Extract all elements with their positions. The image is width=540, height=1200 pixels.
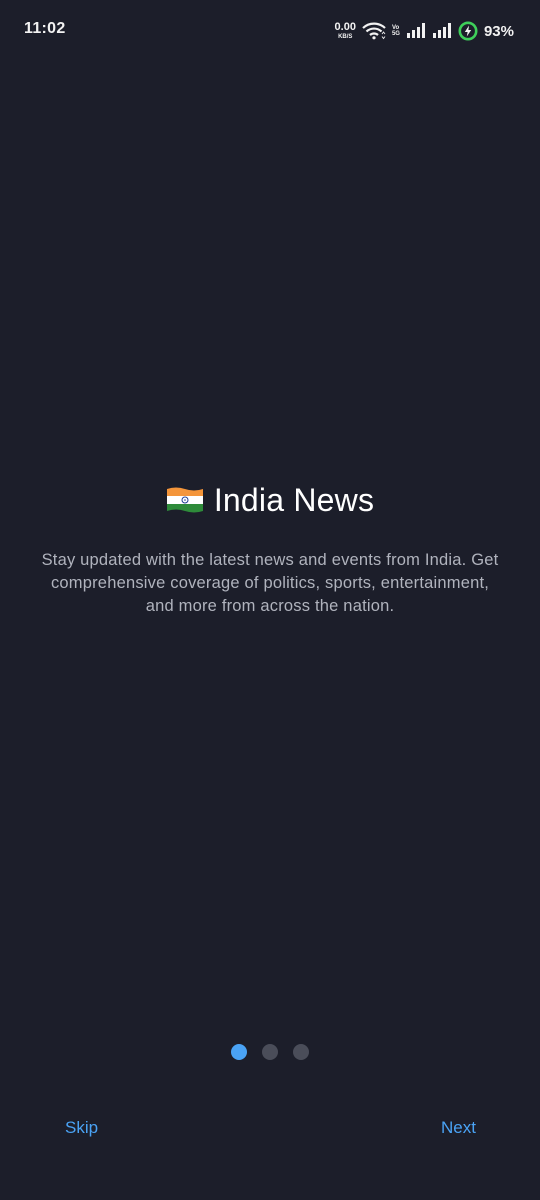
page-indicator [0, 1044, 540, 1060]
volte-icon: Vo 5G [392, 25, 400, 38]
network-speed-value: 0.00 [334, 21, 356, 33]
network-speed: 0.00 KB/S [334, 21, 356, 41]
title-row: India News [0, 478, 540, 522]
battery-percent: 93% [483, 22, 514, 40]
status-icons: 0.00 KB/S Vo 5G 93% [335, 19, 514, 43]
onboarding-slide: India News Stay updated with the latest … [0, 478, 540, 618]
status-time: 11:02 [24, 20, 66, 37]
next-button[interactable]: Next [441, 1116, 476, 1140]
page-dot[interactable] [293, 1044, 309, 1060]
signal-icon [432, 23, 452, 39]
skip-button[interactable]: Skip [65, 1116, 98, 1140]
page-dot[interactable] [262, 1044, 278, 1060]
network-speed-unit: KB/S [338, 34, 353, 40]
battery-charging-icon [458, 21, 478, 41]
india-flag-icon [166, 486, 204, 514]
status-bar: 11:02 0.00 KB/S Vo 5G 93% [0, 0, 540, 60]
signal-icon [406, 23, 426, 39]
page-dot-active[interactable] [231, 1044, 247, 1060]
wifi-icon [362, 22, 386, 40]
page-title: India News [213, 481, 375, 518]
onboarding-description: Stay updated with the latest news and ev… [41, 551, 499, 615]
volte-bottom-label: 5G [391, 31, 400, 37]
